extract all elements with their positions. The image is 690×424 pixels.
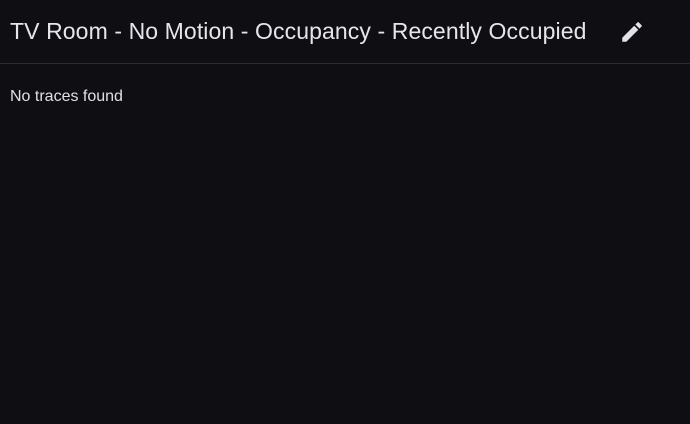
edit-button[interactable] bbox=[618, 18, 646, 46]
pencil-icon bbox=[619, 19, 645, 45]
page-header: TV Room - No Motion - Occupancy - Recent… bbox=[0, 0, 690, 64]
page-title: TV Room - No Motion - Occupancy - Recent… bbox=[10, 18, 587, 44]
empty-state-message: No traces found bbox=[10, 88, 123, 105]
